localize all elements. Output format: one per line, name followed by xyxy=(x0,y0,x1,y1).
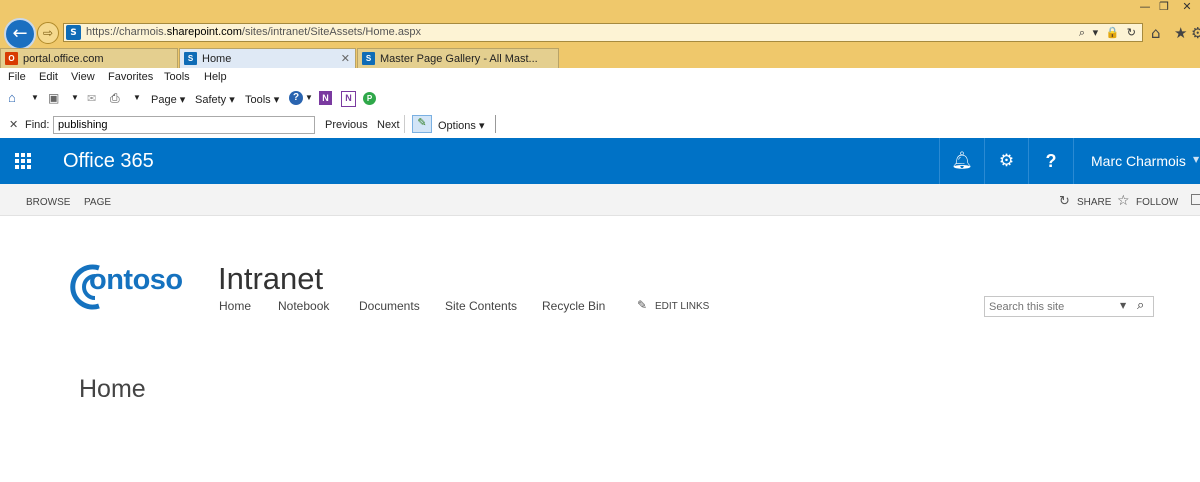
sharepoint-icon: S xyxy=(66,25,81,40)
divider xyxy=(1073,138,1074,184)
share-icon: ↻ xyxy=(1059,194,1070,209)
chevron-down-icon[interactable]: ▼ xyxy=(1120,301,1126,310)
find-next-button[interactable]: Next xyxy=(377,119,400,131)
help-icon[interactable]: ? xyxy=(289,91,303,105)
find-options-menu[interactable]: Options ▾ xyxy=(438,119,485,132)
nav-site-contents[interactable]: Site Contents xyxy=(445,299,517,313)
office-icon: O xyxy=(5,52,18,65)
logo-text: ontoso xyxy=(89,264,183,296)
feeds-icon[interactable]: ▣ xyxy=(48,91,59,105)
nav-recycle-bin[interactable]: Recycle Bin xyxy=(542,299,605,313)
suite-title[interactable]: Office 365 xyxy=(63,150,154,173)
arrow-right-icon: ⇨ xyxy=(42,26,54,40)
ribbon: BROWSE PAGE ↻ SHARE ☆ FOLLOW xyxy=(0,184,1200,216)
safety-menu[interactable]: Safety ▾ xyxy=(195,93,235,106)
find-input[interactable] xyxy=(53,116,315,134)
highlight-icon[interactable]: ✎ xyxy=(412,115,432,133)
bell-icon: 🔔︎ xyxy=(951,151,973,171)
home-icon[interactable]: ⌂ xyxy=(1151,24,1161,42)
suite-bar: Office 365 🔔︎ ⚙ ? Marc Charmois ▼ xyxy=(0,138,1200,184)
help-icon: ? xyxy=(1045,150,1057,171)
notifications-button[interactable]: 🔔︎ xyxy=(940,138,984,184)
mail-icon[interactable]: ✉ xyxy=(87,92,96,105)
command-bar: ⌂ ▼ ▣ ▼ ✉ ⎙ ▼ Page ▾ Safety ▾ Tools ▾ ? … xyxy=(0,88,1200,112)
tab-label: portal.office.com xyxy=(23,52,104,65)
tab-label: Home xyxy=(202,52,232,65)
sharepoint-icon: S xyxy=(184,52,197,65)
address-url[interactable]: https://charmois.sharepoint.com/sites/in… xyxy=(86,26,421,38)
back-button[interactable]: ← xyxy=(4,18,36,50)
search-input[interactable] xyxy=(985,297,1123,316)
menu-favorites[interactable]: Favorites xyxy=(108,71,153,83)
chevron-down-icon[interactable]: ▼ xyxy=(71,93,79,102)
tab-portal[interactable]: O portal.office.com xyxy=(0,48,178,68)
onenote-linked-icon[interactable]: N xyxy=(341,91,356,107)
nav-home[interactable]: Home xyxy=(219,299,251,313)
addon-icon[interactable]: P xyxy=(363,92,376,105)
tools-menu[interactable]: Tools ▾ xyxy=(245,93,279,106)
app-launcher-icon xyxy=(15,153,31,169)
gear-icon: ⚙ xyxy=(998,151,1015,171)
page-title: Home xyxy=(79,375,146,403)
forward-button[interactable]: ⇨ xyxy=(37,22,59,44)
search-icon[interactable]: ⌕ xyxy=(1137,298,1144,313)
help-button[interactable]: ? xyxy=(1029,138,1073,184)
address-bar[interactable]: S https://charmois.sharepoint.com/sites/… xyxy=(63,23,1143,42)
restore-icon[interactable]: ❐ xyxy=(1154,0,1174,13)
chevron-down-icon[interactable]: ▼ xyxy=(133,93,141,102)
app-launcher-button[interactable] xyxy=(0,138,46,184)
site-logo[interactable]: ontoso xyxy=(65,262,195,312)
tab-label: Master Page Gallery - All Mast... xyxy=(380,52,538,65)
nav-notebook[interactable]: Notebook xyxy=(278,299,329,313)
user-name[interactable]: Marc Charmois xyxy=(1091,153,1186,169)
settings-button[interactable]: ⚙ xyxy=(985,138,1028,184)
page-menu[interactable]: Page ▾ xyxy=(151,93,185,106)
ribbon-tab-browse[interactable]: BROWSE xyxy=(26,197,70,208)
chevron-down-icon[interactable]: ▼ xyxy=(31,93,39,102)
find-bar: ✕ Find: Previous Next ✎ Options ▾ xyxy=(0,114,1200,136)
ribbon-tab-page[interactable]: PAGE xyxy=(84,197,111,208)
find-label: Find: xyxy=(25,119,50,131)
site-title[interactable]: Intranet xyxy=(218,261,323,297)
close-icon[interactable]: ✕ xyxy=(9,118,18,131)
close-tab-icon[interactable]: ✕ xyxy=(341,52,350,65)
chevron-down-icon[interactable]: ▼ xyxy=(1193,155,1199,164)
menu-view[interactable]: View xyxy=(71,71,95,83)
menu-tools[interactable]: Tools xyxy=(164,71,190,83)
print-icon[interactable]: ⎙ xyxy=(110,91,120,106)
share-button[interactable]: SHARE xyxy=(1077,197,1111,208)
star-outline-icon: ☆ xyxy=(1117,193,1130,209)
arrow-left-icon: ← xyxy=(12,23,28,44)
menu-help[interactable]: Help xyxy=(204,71,227,83)
settings-icon[interactable]: ⚙ xyxy=(1191,24,1200,42)
site-search-box[interactable]: ▼ ⌕ xyxy=(984,296,1154,317)
chevron-down-icon[interactable]: ▼ xyxy=(305,93,313,102)
pencil-icon: ✎ xyxy=(637,298,648,312)
focus-icon[interactable] xyxy=(1191,194,1200,205)
find-previous-button[interactable]: Previous xyxy=(325,119,368,131)
edit-links-button[interactable]: EDIT LINKS xyxy=(655,301,709,312)
menu-bar: File Edit View Favorites Tools Help xyxy=(0,68,1200,88)
follow-button[interactable]: FOLLOW xyxy=(1136,197,1178,208)
home-icon[interactable]: ⌂ xyxy=(8,90,16,105)
address-tools[interactable]: ⌕ ▾ 🔒 ↻ xyxy=(1079,26,1138,40)
divider xyxy=(404,115,405,133)
onenote-icon[interactable]: N xyxy=(319,91,332,105)
minimize-icon[interactable]: — xyxy=(1135,0,1155,13)
menu-edit[interactable]: Edit xyxy=(39,71,58,83)
divider xyxy=(495,115,496,133)
close-window-icon[interactable]: ✕ xyxy=(1177,0,1197,13)
star-icon[interactable]: ★ xyxy=(1174,24,1187,42)
tab-master-page-gallery[interactable]: S Master Page Gallery - All Mast... xyxy=(357,48,559,68)
menu-file[interactable]: File xyxy=(8,71,26,83)
nav-documents[interactable]: Documents xyxy=(359,299,420,313)
sharepoint-icon: S xyxy=(362,52,375,65)
tab-home[interactable]: S Home ✕ xyxy=(179,48,356,68)
